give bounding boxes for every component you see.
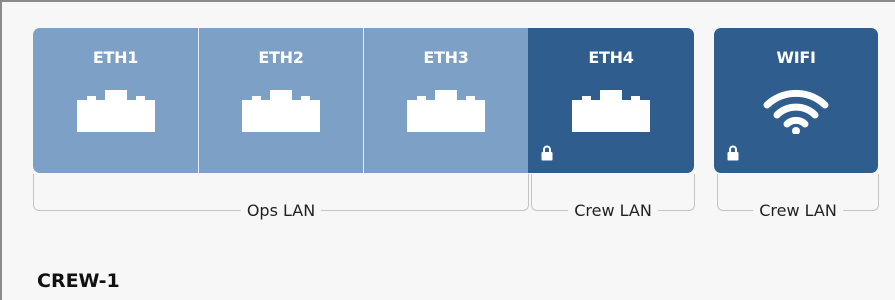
port-label: ETH3 bbox=[423, 48, 469, 67]
port-strip: ETH1 ETH2 ETH3 ETH4 WIFI bbox=[33, 28, 878, 173]
port-label: ETH1 bbox=[92, 48, 139, 67]
port-eth1[interactable]: ETH1 bbox=[33, 28, 198, 173]
port-eth2[interactable]: ETH2 bbox=[199, 28, 363, 173]
port-eth3[interactable]: ETH3 bbox=[364, 28, 528, 173]
group-crew-lan-eth: Crew LAN bbox=[531, 174, 695, 220]
ethernet-port-icon bbox=[572, 90, 650, 132]
group-crew-lan-wifi: Crew LAN bbox=[717, 174, 879, 220]
group-label: Ops LAN bbox=[240, 201, 322, 220]
group-ops-lan: Ops LAN bbox=[33, 174, 529, 220]
group-label: Crew LAN bbox=[568, 201, 658, 220]
port-label: WIFI bbox=[776, 48, 816, 67]
wifi-icon bbox=[763, 89, 829, 134]
port-label: ETH2 bbox=[258, 48, 304, 67]
ethernet-port-icon bbox=[76, 90, 155, 132]
lock-icon bbox=[541, 145, 553, 161]
lock-icon bbox=[727, 145, 739, 161]
group-label: Crew LAN bbox=[753, 201, 843, 220]
port-wifi[interactable]: WIFI bbox=[714, 28, 878, 173]
device-name: CREW-1 bbox=[37, 270, 120, 292]
port-label: ETH4 bbox=[588, 48, 634, 67]
ethernet-port-icon bbox=[407, 90, 485, 132]
port-gap bbox=[694, 28, 714, 173]
port-eth4[interactable]: ETH4 bbox=[528, 28, 694, 173]
ethernet-port-icon bbox=[242, 90, 320, 132]
